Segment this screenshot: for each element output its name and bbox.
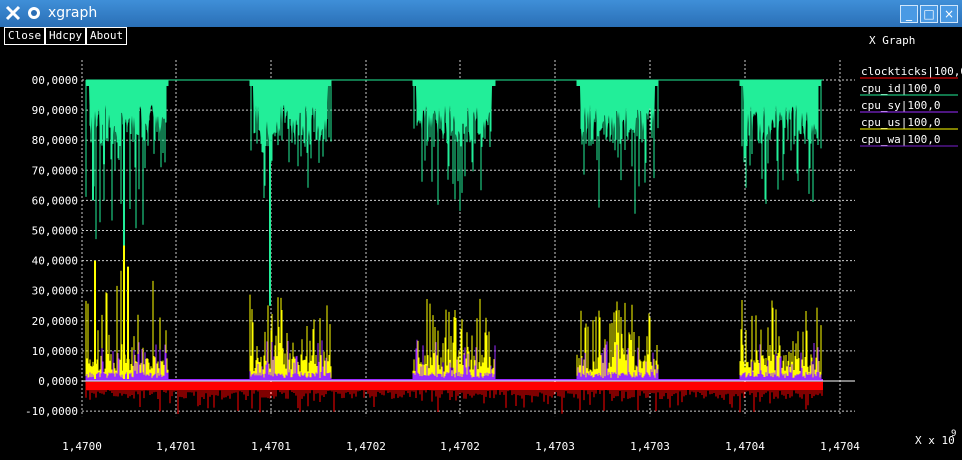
minimize-button[interactable]: _ bbox=[900, 5, 918, 23]
graph-canvas[interactable]: -10,0000 0,0000 10,0000 20,0000 30,0000 40,00… bbox=[0, 27, 962, 460]
series-clockticks-spikes bbox=[85, 381, 823, 415]
x-tick-label: 1,4702 bbox=[346, 440, 386, 453]
series-cpu-id-spikes bbox=[412, 80, 496, 211]
y-tick-label: 50,0000 bbox=[32, 225, 78, 238]
y-tick-label: 00,0000 bbox=[32, 74, 78, 87]
x-tick-label: 1,4704 bbox=[820, 440, 860, 453]
x-tick-label: 1,4702 bbox=[440, 440, 480, 453]
y-tick-label: 60,0000 bbox=[32, 194, 78, 207]
close-window-button[interactable]: × bbox=[940, 5, 958, 23]
title-bar[interactable]: xgraph _ □ × bbox=[0, 0, 962, 27]
graph-title: X Graph bbox=[869, 34, 915, 47]
y-tick-label: 30,0000 bbox=[32, 285, 78, 298]
y-tick-label: 10,0000 bbox=[32, 345, 78, 358]
window-menu-icon[interactable] bbox=[25, 4, 43, 22]
series-cpu-id-spikes bbox=[249, 80, 332, 199]
x-tick-label: 1,4703 bbox=[630, 440, 670, 453]
y-tick-label: 70,0000 bbox=[32, 164, 78, 177]
hdcpy-button[interactable]: Hdcpy bbox=[45, 27, 87, 45]
x-tick-label: 1,4703 bbox=[535, 440, 575, 453]
y-tick-label: 20,0000 bbox=[32, 315, 78, 328]
window-title: xgraph bbox=[48, 5, 98, 21]
xgraph-window: xgraph _ □ × -10,0000 0,0000 10,0000 20,000… bbox=[0, 0, 962, 460]
y-tick-label: 90,0000 bbox=[32, 104, 78, 117]
legend-entry-label: clockticks|100,0 bbox=[861, 65, 962, 78]
x-tick-label: 1,4700 bbox=[62, 440, 102, 453]
about-button[interactable]: About bbox=[86, 27, 128, 45]
y-tick-label: -10,0000 bbox=[25, 405, 78, 418]
app-icon[interactable] bbox=[4, 4, 22, 22]
x-tick-label: 1,4701 bbox=[156, 440, 196, 453]
y-tick-label: 40,0000 bbox=[32, 255, 78, 268]
y-tick-label: 80,0000 bbox=[32, 134, 78, 147]
x-tick-label: 1,4701 bbox=[251, 440, 291, 453]
series-cpu-id-spikes bbox=[739, 80, 822, 204]
legend-entry-label: cpu_us|100,0 bbox=[861, 116, 940, 129]
legend-entry-label: cpu_id|100,0 bbox=[861, 82, 940, 95]
legend-entry-label: cpu_sy|100,0 bbox=[861, 99, 940, 112]
maximize-icon: □ bbox=[923, 7, 935, 21]
y-tick-label: 0,0000 bbox=[38, 375, 78, 388]
legend-entry-label: cpu_wa|100,0 bbox=[861, 133, 940, 146]
x-unit-label: X x 10 bbox=[915, 434, 955, 447]
series-cpu-id-spikes bbox=[576, 80, 659, 214]
close-button[interactable]: Close bbox=[4, 27, 46, 45]
x-tick-label: 1,4704 bbox=[725, 440, 765, 453]
series-cpu-id-spikes bbox=[85, 80, 169, 240]
minimize-icon: _ bbox=[906, 7, 912, 21]
close-icon: × bbox=[943, 7, 955, 21]
series-cpu-us-spikes bbox=[412, 298, 496, 381]
maximize-button[interactable]: □ bbox=[920, 5, 938, 23]
x-unit-exponent: 9 bbox=[951, 429, 956, 439]
